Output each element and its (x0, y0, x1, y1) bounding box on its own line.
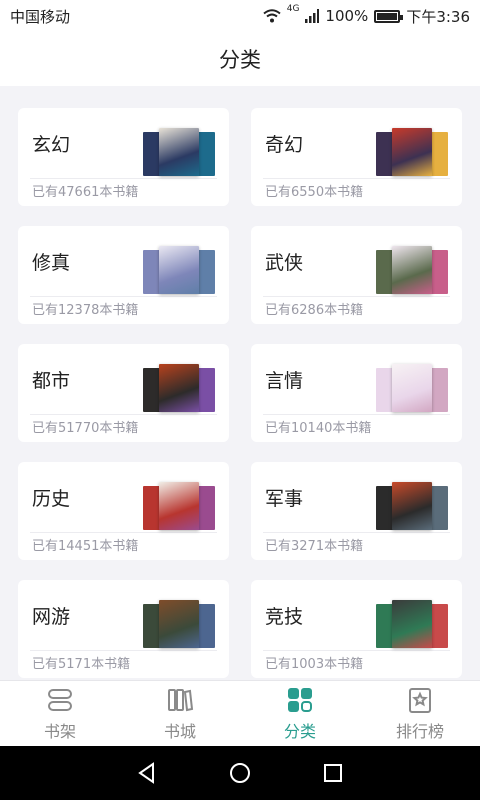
divider (263, 296, 450, 297)
system-nav-bar (0, 746, 480, 800)
ranking-icon (409, 687, 431, 713)
battery-fill (377, 12, 398, 20)
tab-label: 书城 (163, 721, 196, 741)
book-count: 已有12378本书籍 (32, 303, 139, 318)
page-title: 分类 (219, 48, 261, 72)
category-icon (288, 687, 312, 712)
book-cover (392, 600, 432, 648)
book-covers (376, 598, 448, 650)
book-cover (159, 128, 199, 176)
category-card[interactable]: 军事已有3271本书籍 (251, 462, 462, 560)
book-count: 已有14451本书籍 (32, 539, 139, 554)
divider (263, 650, 450, 651)
tab-category[interactable]: 分类 (240, 681, 360, 746)
book-covers (143, 480, 215, 532)
book-covers (376, 362, 448, 414)
status-bar: 中国移动 4G 100% 下午3:36 (0, 0, 480, 32)
book-cover (159, 482, 199, 530)
book-cover (159, 600, 199, 648)
category-card[interactable]: 历史已有14451本书籍 (18, 462, 229, 560)
bottom-tab-bar: 书架 书城 分类 排行榜 (0, 680, 480, 746)
signal-icon (305, 9, 320, 23)
book-count: 已有6286本书籍 (265, 303, 364, 318)
status-indicators: 4G 100% 下午3:36 (263, 3, 470, 27)
category-name: 军事 (265, 488, 304, 510)
book-count: 已有10140本书籍 (265, 421, 372, 436)
book-covers (376, 126, 448, 178)
book-count: 已有51770本书籍 (32, 421, 139, 436)
divider (30, 532, 217, 533)
bookshelf-icon (48, 688, 72, 711)
battery-icon (374, 9, 404, 23)
divider (30, 414, 217, 415)
category-card[interactable]: 竞技已有1003本书籍 (251, 580, 462, 678)
divider (30, 650, 217, 651)
book-covers (143, 598, 215, 650)
tab-label: 排行榜 (395, 721, 444, 741)
book-cover (392, 128, 432, 176)
book-covers (143, 362, 215, 414)
book-count: 已有5171本书籍 (32, 657, 131, 672)
category-name: 玄幻 (32, 134, 71, 156)
book-cover (392, 482, 432, 530)
category-name: 武侠 (265, 252, 304, 274)
book-count: 已有1003本书籍 (265, 657, 364, 672)
category-card[interactable]: 都市已有51770本书籍 (18, 344, 229, 442)
category-card[interactable]: 网游已有5171本书籍 (18, 580, 229, 678)
category-card[interactable]: 修真已有12378本书籍 (18, 226, 229, 324)
divider (30, 178, 217, 179)
divider (263, 414, 450, 415)
bookstore-icon (168, 688, 194, 711)
clock: 下午3:36 (406, 7, 470, 26)
book-cover (392, 246, 432, 294)
divider (30, 296, 217, 297)
category-name: 都市 (32, 370, 71, 392)
divider (263, 532, 450, 533)
carrier-label: 中国移动 (10, 7, 71, 26)
tab-label: 书架 (43, 721, 76, 741)
home-icon[interactable] (228, 761, 252, 785)
category-name: 网游 (32, 606, 71, 628)
category-name: 言情 (265, 370, 304, 392)
category-name: 修真 (32, 252, 71, 274)
book-cover (159, 246, 199, 294)
book-count: 已有3271本书籍 (265, 539, 364, 554)
category-name: 奇幻 (265, 134, 304, 156)
category-name: 历史 (32, 488, 71, 510)
tab-bookstore[interactable]: 书城 (120, 681, 240, 746)
wifi-icon (263, 9, 281, 23)
book-covers (376, 480, 448, 532)
category-card[interactable]: 奇幻已有6550本书籍 (251, 108, 462, 206)
recent-apps-icon[interactable] (321, 761, 345, 785)
book-covers (376, 244, 448, 296)
category-card[interactable]: 言情已有10140本书籍 (251, 344, 462, 442)
back-icon[interactable] (135, 761, 159, 785)
network-type: 4G (286, 3, 300, 14)
category-name: 竞技 (265, 606, 304, 628)
book-count: 已有47661本书籍 (32, 185, 139, 200)
page-header: 分类 (0, 32, 480, 86)
tab-label: 分类 (283, 721, 316, 741)
tab-ranking[interactable]: 排行榜 (360, 681, 480, 746)
book-cover (392, 364, 432, 412)
book-count: 已有6550本书籍 (265, 185, 364, 200)
book-cover (159, 364, 199, 412)
tab-bookshelf[interactable]: 书架 (0, 681, 120, 746)
category-list[interactable]: 玄幻已有47661本书籍 奇幻已有6550本书籍 修真已有12378本书籍 武侠… (0, 86, 480, 680)
book-covers (143, 244, 215, 296)
category-card[interactable]: 玄幻已有47661本书籍 (18, 108, 229, 206)
category-card[interactable]: 武侠已有6286本书籍 (251, 226, 462, 324)
book-covers (143, 126, 215, 178)
divider (263, 178, 450, 179)
battery-percent: 100% (325, 7, 369, 25)
category-grid: 玄幻已有47661本书籍 奇幻已有6550本书籍 修真已有12378本书籍 武侠… (18, 108, 462, 678)
